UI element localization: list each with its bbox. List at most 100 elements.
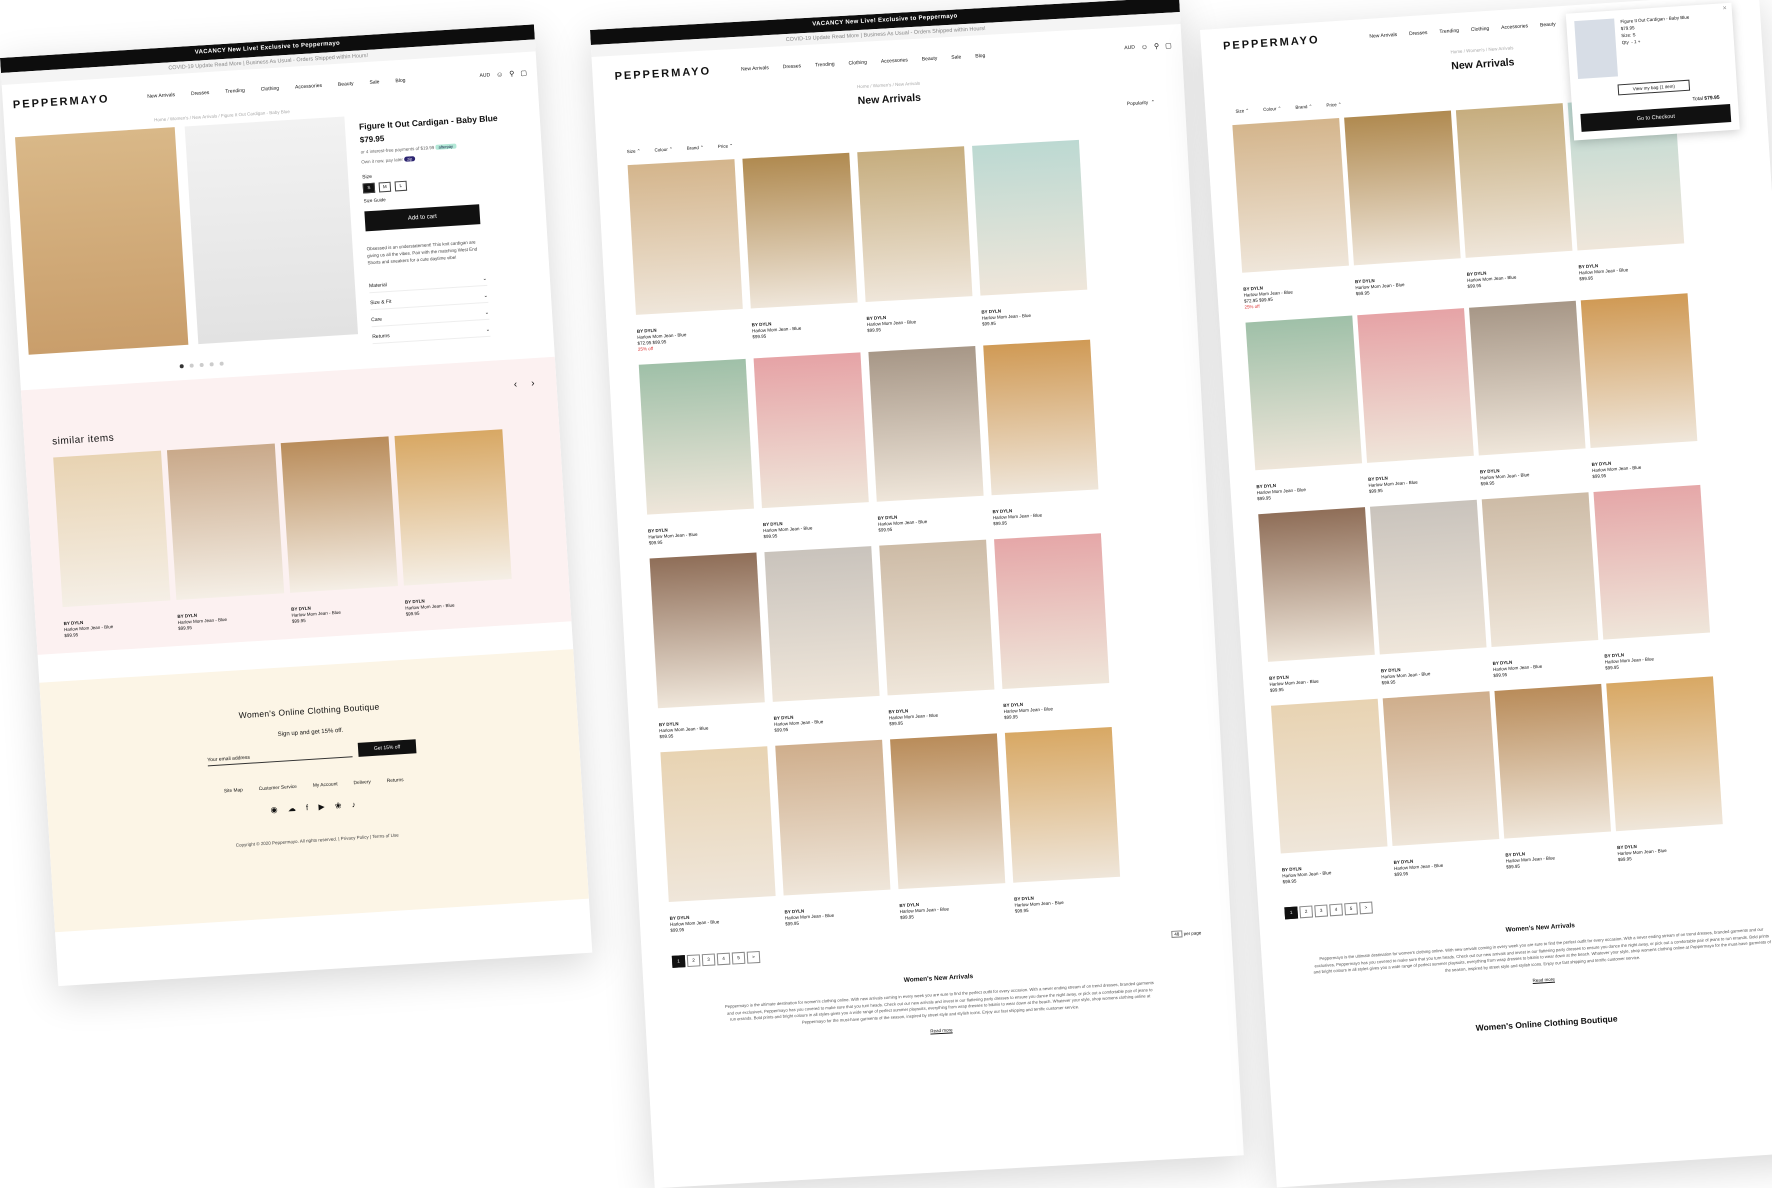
page-button[interactable]: 5 bbox=[731, 951, 746, 965]
carousel-dot[interactable] bbox=[199, 362, 204, 368]
filter-brand[interactable]: Brand ⌃ bbox=[1295, 104, 1312, 111]
view-bag-button[interactable]: View my bag (1 item) bbox=[1617, 79, 1691, 96]
product-image-alt[interactable] bbox=[184, 116, 359, 345]
product-card[interactable]: BY DYLN Harlow Mom Jean - Blue $99.95 bbox=[1494, 683, 1613, 871]
email-field[interactable]: Your email address bbox=[207, 748, 353, 767]
product-card[interactable]: BY DYLN Harlow Mom Jean - Blue $99.95 bbox=[1270, 698, 1390, 886]
similar-item-image[interactable] bbox=[394, 429, 512, 586]
product-card[interactable]: BY DYLN Harlow Mom Jean - Blue $99.95 bbox=[1580, 293, 1700, 480]
product-image[interactable] bbox=[1232, 117, 1349, 273]
snapchat-icon[interactable]: ☁ bbox=[288, 804, 301, 814]
page-button[interactable]: > bbox=[746, 950, 761, 964]
product-image[interactable] bbox=[1593, 484, 1711, 640]
page-button[interactable]: 4 bbox=[1329, 903, 1343, 917]
nav-new-arrivals[interactable]: New Arrivals bbox=[741, 65, 769, 73]
product-image[interactable] bbox=[1455, 103, 1573, 258]
similar-item-card[interactable]: BY DYLN Harlow Mom Jean - Blue $99.95 bbox=[280, 436, 400, 624]
page-button[interactable]: 1 bbox=[1284, 906, 1299, 920]
get-15-off-button[interactable]: Get 15% off bbox=[357, 739, 417, 757]
nav-blog[interactable]: Blog bbox=[975, 53, 985, 60]
product-card[interactable]: BY DYLN Harlow Mom Jean - Blue $99.95 bbox=[1004, 726, 1122, 915]
size-option-s[interactable]: S bbox=[362, 182, 376, 194]
filter-colour[interactable]: Colour ⌃ bbox=[1263, 106, 1282, 113]
page-button[interactable]: 3 bbox=[1314, 904, 1329, 918]
product-card[interactable]: BY DYLN Harlow Mom Jean - Blue $99.95 bbox=[742, 152, 859, 347]
product-card[interactable]: BY DYLN Harlow Mom Jean - Blue $99.95 bbox=[660, 746, 777, 934]
product-card[interactable]: BY DYLN Harlow Mom Jean - Blue $99.95 bbox=[1593, 484, 1712, 672]
mini-cart-item-image[interactable] bbox=[1574, 18, 1618, 80]
product-card[interactable]: BY DYLN Harlow Mom Jean - Blue $99.95 bbox=[972, 139, 1089, 334]
add-to-cart-button[interactable]: Add to cart bbox=[364, 204, 481, 232]
chevron-left-icon[interactable]: ‹ bbox=[514, 379, 518, 390]
product-card[interactable]: BY DYLN Harlow Mom Jean - Blue $99.95 bbox=[868, 345, 985, 534]
product-image[interactable] bbox=[994, 533, 1110, 690]
product-card[interactable]: BY DYLN Harlow Mom Jean - Blue $99.95 bbox=[1382, 691, 1502, 878]
filter-size[interactable]: Size ⌃ bbox=[1235, 108, 1249, 115]
size-option-l[interactable]: L bbox=[394, 180, 408, 192]
product-card[interactable]: BY DYLN Harlow Mom Jean - Blue $99.95 bbox=[638, 358, 756, 547]
product-card[interactable]: BY DYLN Harlow Mom Jean - Blue $72.95 $99.… bbox=[627, 159, 745, 353]
footer-link-my-account[interactable]: My Account bbox=[313, 782, 338, 789]
carousel-dot[interactable] bbox=[189, 363, 194, 368]
footer-link-site-map[interactable]: Site Map bbox=[224, 788, 243, 794]
filter-price[interactable]: Price ⌃ bbox=[718, 143, 734, 150]
account-icon[interactable]: ☺ bbox=[1141, 43, 1149, 50]
page-button[interactable]: 1 bbox=[671, 955, 686, 968]
product-image[interactable] bbox=[1469, 300, 1586, 456]
nav-clothing[interactable]: Clothing bbox=[261, 86, 280, 93]
product-image[interactable] bbox=[1481, 492, 1599, 648]
product-image[interactable] bbox=[972, 139, 1088, 296]
bag-icon[interactable]: ▢ bbox=[1165, 42, 1172, 50]
twitter-icon[interactable]: ❀ bbox=[335, 801, 346, 811]
nav-clothing[interactable]: Clothing bbox=[848, 60, 867, 67]
product-image[interactable] bbox=[890, 733, 1006, 890]
filter-size[interactable]: Size ⌃ bbox=[627, 148, 641, 155]
nav-dresses[interactable]: Dresses bbox=[1409, 30, 1428, 37]
search-icon[interactable]: ⚲ bbox=[509, 70, 515, 78]
product-card[interactable]: BY DYLN Harlow Mom Jean - Blue $99.95 bbox=[1455, 103, 1575, 296]
similar-item-image[interactable] bbox=[280, 436, 398, 593]
carousel-dot[interactable] bbox=[219, 361, 224, 366]
nav-sale[interactable]: Sale bbox=[951, 54, 961, 61]
nav-beauty[interactable]: Beauty bbox=[922, 56, 938, 63]
footer-link-customer-service[interactable]: Customer Service bbox=[259, 785, 297, 792]
product-image[interactable] bbox=[879, 539, 995, 696]
nav-trending[interactable]: Trending bbox=[815, 61, 835, 68]
product-image[interactable] bbox=[1245, 315, 1363, 471]
nav-dresses[interactable]: Dresses bbox=[783, 63, 802, 70]
product-image[interactable] bbox=[775, 739, 891, 896]
similar-item-image[interactable] bbox=[53, 450, 171, 608]
size-option-m[interactable]: M bbox=[378, 181, 392, 193]
nav-sale[interactable]: Sale bbox=[369, 79, 379, 86]
brand-logo[interactable]: PEPPERMAYO bbox=[1223, 34, 1320, 52]
accordion-returns[interactable]: Returns ⌄ bbox=[371, 323, 491, 345]
product-card[interactable]: BY DYLN Harlow Mom Jean - Blue $99.95 bbox=[753, 352, 871, 540]
tiktok-icon[interactable]: ♪ bbox=[351, 800, 360, 809]
similar-item-image[interactable] bbox=[166, 443, 285, 600]
product-image-main[interactable] bbox=[15, 127, 189, 355]
product-image[interactable] bbox=[1258, 507, 1375, 662]
product-card[interactable]: BY DYLN Harlow Mom Jean - Blue $99.95 bbox=[1369, 499, 1489, 687]
bag-icon[interactable]: ▢ bbox=[520, 69, 527, 77]
product-image[interactable] bbox=[1382, 691, 1500, 847]
page-button[interactable]: 2 bbox=[1299, 905, 1314, 919]
page-button[interactable]: 2 bbox=[686, 954, 701, 968]
product-image[interactable] bbox=[868, 345, 984, 502]
similar-item-card[interactable]: BY DYLN Harlow Mom Jean - Blue $99.95 bbox=[166, 443, 286, 632]
product-card[interactable]: BY DYLN Harlow Mom Jean - Blue $99.95 bbox=[764, 546, 881, 734]
carousel-dot[interactable] bbox=[179, 364, 184, 369]
product-card[interactable]: BY DYLN Harlow Mom Jean - Blue $99.95 bbox=[649, 552, 767, 741]
product-image[interactable] bbox=[742, 152, 858, 309]
brand-logo[interactable]: PEPPERMAYO bbox=[13, 93, 110, 111]
product-card[interactable]: BY DYLN Harlow Mom Jean - Blue $99.95 bbox=[1606, 676, 1725, 863]
page-button[interactable]: 3 bbox=[701, 953, 716, 967]
youtube-icon[interactable]: ▶ bbox=[318, 802, 329, 812]
footer-link-delivery[interactable]: Delivery bbox=[353, 780, 371, 786]
product-image[interactable] bbox=[1580, 293, 1698, 449]
product-card[interactable]: BY DYLN Harlow Mom Jean - Blue $99.95 bbox=[1469, 300, 1588, 488]
product-image[interactable] bbox=[764, 546, 880, 702]
product-card[interactable]: BY DYLN Harlow Mom Jean - Blue $99.95 bbox=[775, 739, 892, 928]
nav-blog[interactable]: Blog bbox=[395, 78, 405, 85]
similar-item-card[interactable]: BY DYLN Harlow Mom Jean - Blue $99.95 bbox=[53, 450, 172, 639]
product-image[interactable] bbox=[627, 159, 743, 315]
